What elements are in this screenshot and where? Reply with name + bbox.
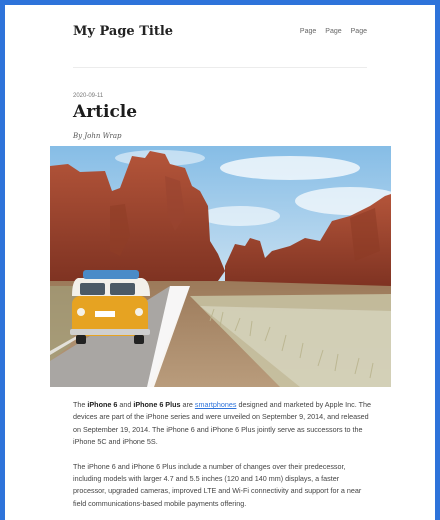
site-title[interactable]: My Page Title bbox=[73, 24, 173, 39]
article-paragraph-1: The iPhone 6 and iPhone 6 Plus are smart… bbox=[73, 399, 371, 449]
bold-text: iPhone 6 Plus bbox=[133, 400, 181, 409]
article-byline: By John Wrap bbox=[73, 132, 122, 140]
van bbox=[70, 270, 150, 344]
bold-text: iPhone 6 bbox=[87, 400, 118, 409]
site-header: My Page Title Page Page Page bbox=[73, 5, 367, 68]
paragraph-text: are bbox=[180, 400, 195, 409]
article-body: The iPhone 6 and iPhone 6 Plus are smart… bbox=[73, 399, 371, 520]
hero-image bbox=[50, 146, 391, 387]
nav-menu: Page Page Page bbox=[300, 28, 367, 35]
article-date: 2020-09-11 bbox=[73, 93, 104, 99]
nav-item-page-2[interactable]: Page bbox=[325, 28, 341, 35]
page: My Page Title Page Page Page 2020-09-11 … bbox=[5, 5, 435, 520]
nav-item-page-1[interactable]: Page bbox=[300, 28, 316, 35]
nav-item-page-3[interactable]: Page bbox=[351, 28, 367, 35]
paragraph-text: and bbox=[117, 400, 134, 409]
article-title: Article bbox=[73, 102, 138, 122]
smartphones-link[interactable]: smartphones bbox=[195, 400, 237, 409]
paragraph-text: The bbox=[73, 400, 88, 409]
article-paragraph-2: The iPhone 6 and iPhone 6 Plus include a… bbox=[73, 461, 362, 508]
